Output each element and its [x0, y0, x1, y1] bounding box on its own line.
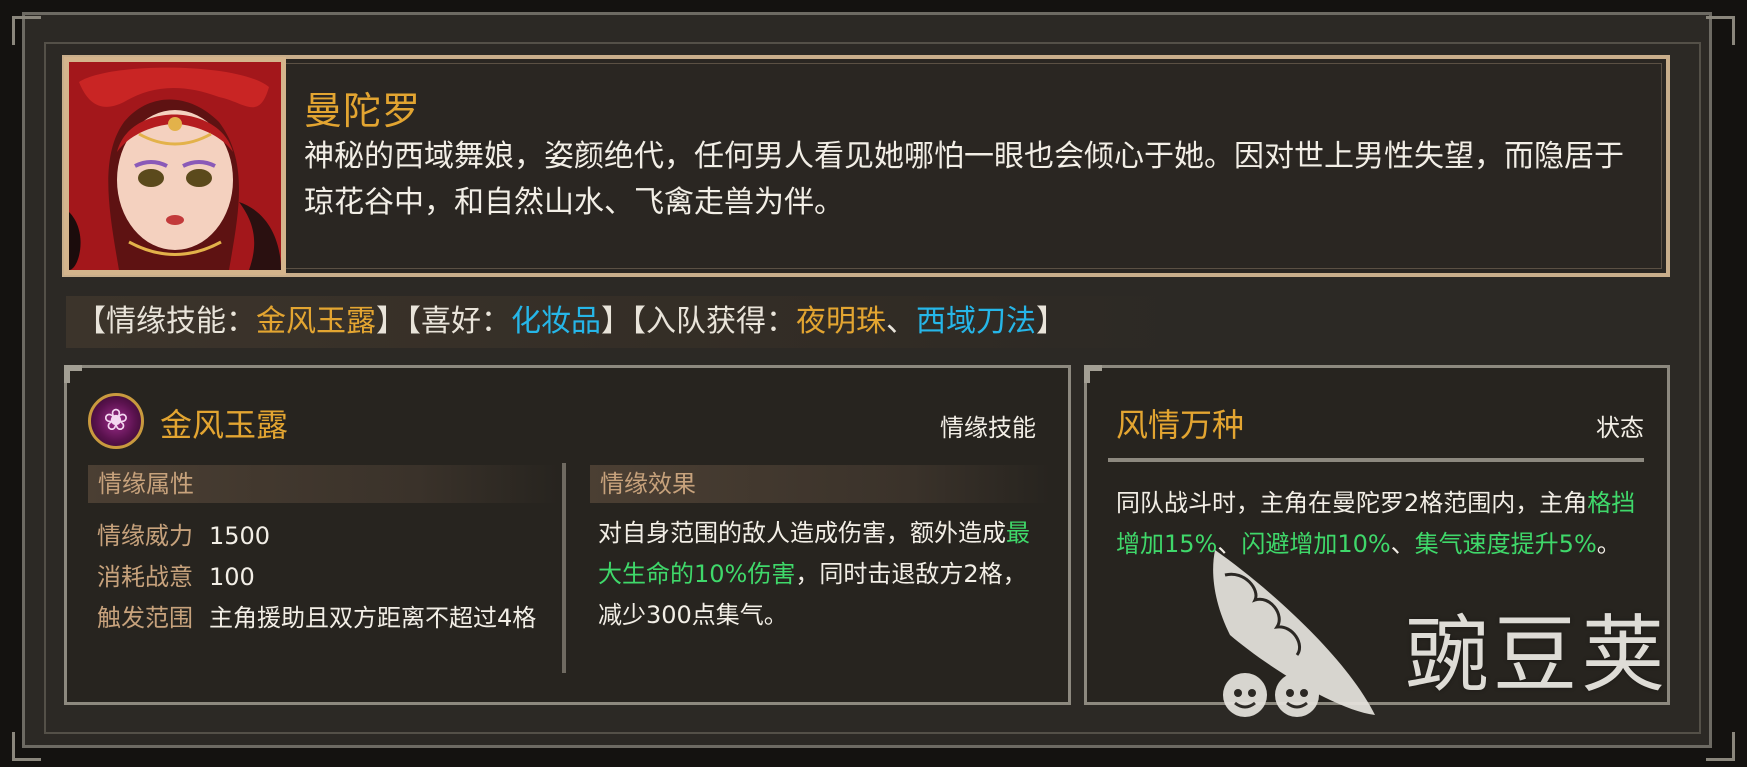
join-label: 【入队获得： — [631, 304, 796, 339]
panel-divider — [562, 463, 566, 673]
bracket-close: 】 — [1036, 304, 1066, 339]
hobby-value[interactable]: 化妆品 — [511, 304, 601, 339]
attr-label: 消耗战意 — [97, 563, 193, 591]
skill-label: 【情缘技能： — [76, 304, 256, 339]
attr-row-power: 情缘威力 1500 — [97, 516, 270, 551]
bracket-close: 】 — [376, 304, 406, 339]
attr-value: 100 — [209, 563, 255, 591]
frame-corner — [1706, 16, 1735, 45]
skill-value[interactable]: 金风玉露 — [256, 304, 376, 339]
info-strip: 【情缘技能：金风玉露】【喜好：化妆品】【入队获得：夜明珠、西域刀法】 — [66, 296, 1186, 348]
character-name: 曼陀罗 — [304, 89, 422, 133]
effect-text-part: 对自身范围的敌人造成伤害，额外造成 — [598, 519, 1006, 547]
character-portrait — [64, 57, 286, 275]
state-type-tag: 状态 — [1596, 414, 1644, 442]
frame-corner — [1706, 732, 1735, 761]
state-text-part: 同队战斗时，主角在曼陀罗2格范围内，主角 — [1116, 489, 1588, 517]
attr-value: 1500 — [209, 522, 271, 550]
attr-value: 主角援助且双方距离不超过4格 — [209, 604, 537, 632]
lotus-emblem-icon — [88, 393, 144, 449]
frame-corner — [12, 16, 41, 45]
skill-name: 金风玉露 — [160, 406, 289, 444]
attr-row-cost: 消耗战意 100 — [97, 557, 255, 592]
state-divider — [1108, 458, 1644, 462]
join-separator: 、 — [886, 304, 916, 339]
state-name: 风情万种 — [1116, 406, 1245, 444]
skill-type-tag: 情缘技能 — [940, 414, 1036, 442]
attr-row-range: 触发范围 主角援助且双方距离不超过4格 — [97, 598, 536, 633]
bracket-close: 】 — [601, 304, 631, 339]
attr-section-header: 情缘属性 — [88, 465, 558, 503]
character-description: 神秘的西域舞娘，姿颜绝代，任何男人看见她哪怕一眼也会倾心于她。因对世上男性失望，… — [304, 139, 1624, 220]
join-item-2[interactable]: 西域刀法 — [916, 304, 1036, 339]
frame-corner — [12, 732, 41, 761]
hobby-label: 【喜好： — [406, 304, 511, 339]
effect-description: 对自身范围的敌人造成伤害，额外造成最大生命的10%伤害，同时击退敌方2格，减少3… — [598, 513, 1048, 636]
attr-label: 情缘威力 — [97, 522, 193, 550]
join-item-1[interactable]: 夜明珠 — [796, 304, 886, 339]
attr-label: 触发范围 — [97, 604, 193, 632]
watermark-text: 豌豆荚 — [1405, 606, 1670, 704]
effect-section-header: 情缘效果 — [590, 465, 1050, 503]
